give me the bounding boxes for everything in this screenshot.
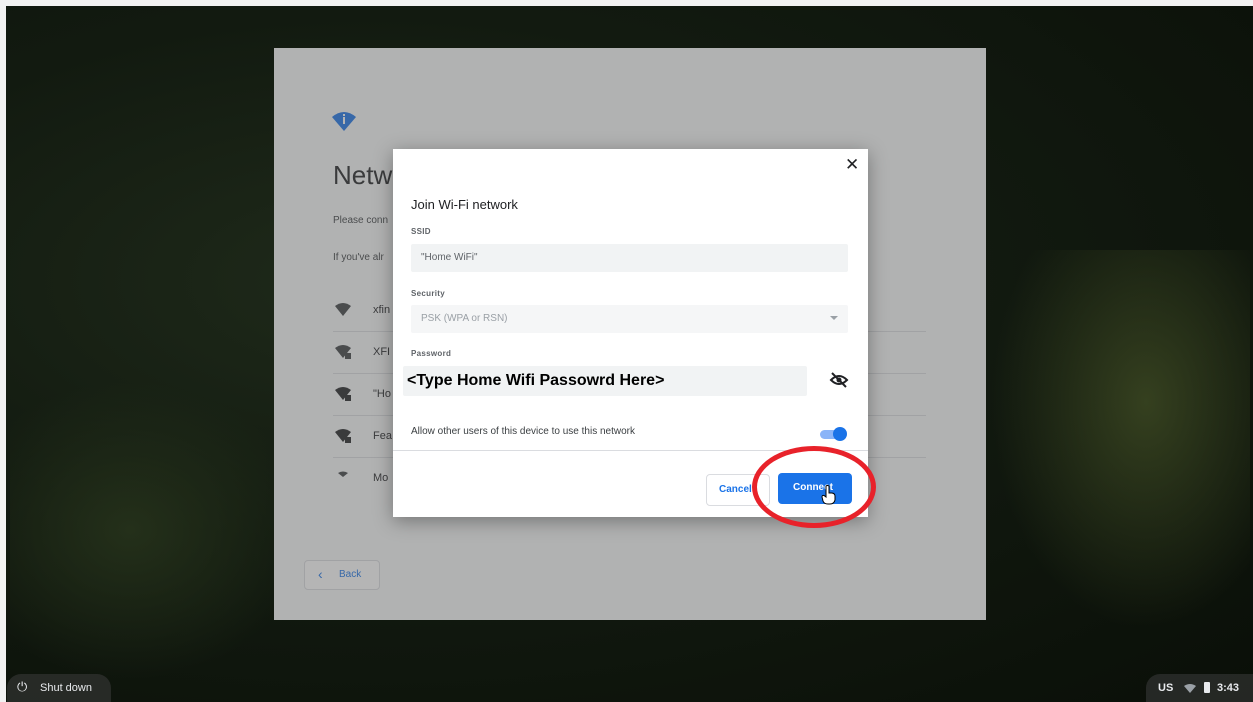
wallpaper-glow <box>990 250 1250 630</box>
battery-icon <box>1204 682 1210 693</box>
status-tray[interactable]: US 3:43 <box>1146 674 1253 702</box>
close-icon[interactable]: ✕ <box>845 155 859 175</box>
password-value: <Type Home Wifi Passowrd Here> <box>407 372 665 389</box>
shutdown-button[interactable]: ⏻ Shut down <box>7 674 111 702</box>
dialog-title: Join Wi-Fi network <box>411 197 518 212</box>
ssid-value: "Home WiFi" <box>421 252 478 263</box>
password-label: Password <box>411 349 452 358</box>
clock: 3:43 <box>1217 682 1240 694</box>
toggle-knob <box>833 427 847 441</box>
dropdown-arrow-icon <box>830 316 838 320</box>
wifi-status-icon <box>1184 684 1196 693</box>
cancel-button-label: Cancel <box>719 484 752 495</box>
wallpaper-glow-left <box>10 380 310 680</box>
frame-edge-top <box>0 0 1253 6</box>
highlight-circle-annotation <box>752 446 876 528</box>
ssid-label: SSID <box>411 227 431 236</box>
hide-password-icon[interactable] <box>829 372 849 388</box>
frame-edge-left <box>0 0 6 702</box>
security-label: Security <box>411 289 445 298</box>
power-icon: ⏻ <box>17 679 28 694</box>
allow-other-users-label: Allow other users of this device to use … <box>411 426 635 437</box>
allow-other-users-toggle[interactable] <box>820 427 847 441</box>
shutdown-label: Shut down <box>40 682 92 694</box>
ssid-field[interactable]: "Home WiFi" <box>411 244 848 272</box>
security-select[interactable]: PSK (WPA or RSN) <box>411 305 848 333</box>
keyboard-layout-label: US <box>1158 682 1174 694</box>
password-input[interactable]: <Type Home Wifi Passowrd Here> <box>403 366 807 396</box>
security-value: PSK (WPA or RSN) <box>421 313 508 324</box>
